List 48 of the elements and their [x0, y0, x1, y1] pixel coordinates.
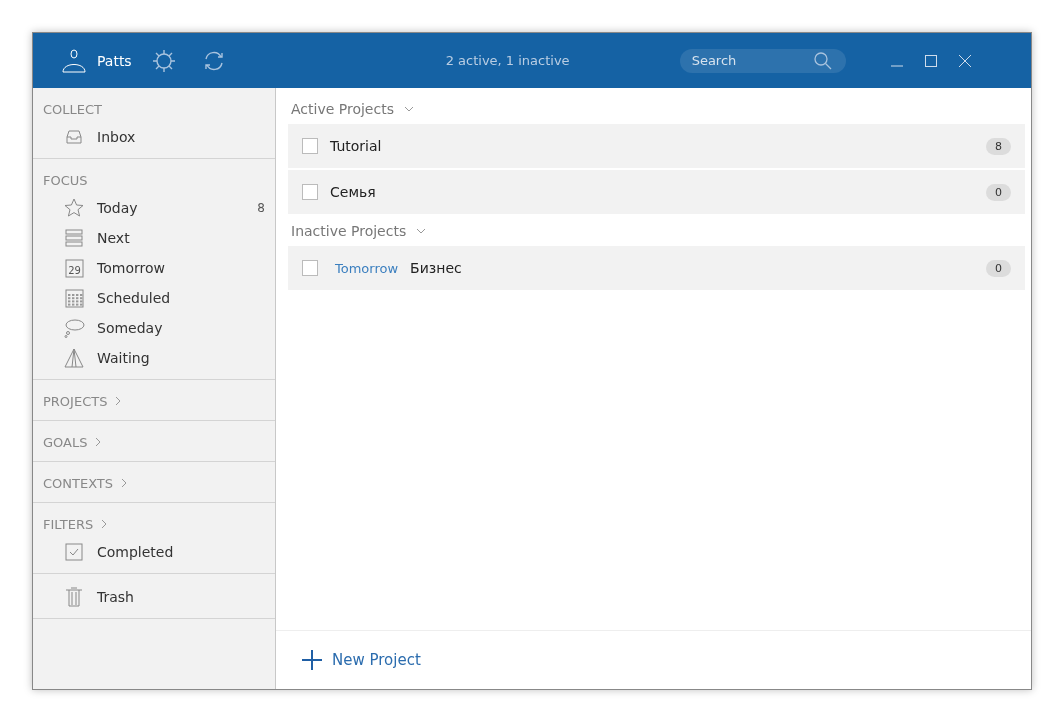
- cloud-icon: [63, 317, 85, 339]
- user-icon: [61, 47, 87, 74]
- sidebar-item[interactable]: Next: [33, 223, 275, 253]
- sidebar-item[interactable]: Trash: [33, 582, 275, 612]
- star-icon: [63, 197, 85, 219]
- group-title[interactable]: Active Projects: [291, 101, 394, 117]
- close-icon: [958, 54, 971, 67]
- trash-icon: [63, 586, 85, 608]
- task-count: 0: [986, 259, 1011, 277]
- settings-icon[interactable]: [151, 48, 176, 73]
- section-title: FOCUS: [43, 172, 88, 188]
- sidebar-item[interactable]: 29 Tomorrow: [33, 253, 275, 283]
- section-title: COLLECT: [43, 101, 103, 117]
- chevron-icon: [416, 226, 427, 236]
- checkbox[interactable]: [302, 184, 318, 200]
- search-field[interactable]: Search: [689, 52, 814, 69]
- check-icon: [63, 541, 85, 563]
- plus-icon: [302, 650, 322, 670]
- user-name[interactable]: Patts: [97, 52, 132, 69]
- project-summary: 2 active, 1 inactive: [445, 53, 570, 68]
- sidebar-item[interactable]: Someday: [33, 313, 275, 343]
- maximize-icon: [924, 54, 937, 67]
- sidebar-item[interactable]: Today 8: [33, 193, 275, 223]
- search-box[interactable]: Search: [679, 48, 846, 73]
- task-count: 0: [986, 183, 1011, 201]
- project-name: Tutorial: [330, 138, 383, 154]
- group-title[interactable]: Inactive Projects: [291, 223, 407, 239]
- project-name: Семья: [330, 184, 377, 200]
- checkbox[interactable]: [302, 260, 318, 276]
- calendar-icon: 29: [63, 257, 85, 279]
- sidebar-item[interactable]: Completed: [33, 537, 275, 567]
- chevron-icon: [403, 104, 414, 114]
- project-row[interactable]: Семья 0: [288, 170, 1025, 214]
- tent-icon: [63, 347, 85, 369]
- project-row[interactable]: Tomorrow Бизнес 0: [288, 246, 1025, 290]
- task-count: 8: [986, 137, 1011, 155]
- due-date: Tomorrow: [335, 260, 399, 276]
- sidebar-item[interactable]: Waiting: [33, 343, 275, 373]
- new-project-button[interactable]: New Project: [296, 649, 427, 671]
- sidebar-item[interactable]: Inbox: [33, 122, 275, 152]
- project-name: Бизнес: [410, 260, 463, 276]
- search-icon: [813, 51, 832, 70]
- sidebar-item[interactable]: Scheduled: [33, 283, 275, 313]
- checkbox[interactable]: [302, 138, 318, 154]
- project-row[interactable]: Tutorial 8: [288, 124, 1025, 168]
- item-count: 8: [257, 201, 265, 215]
- grid-icon: [63, 287, 85, 309]
- minimize-icon: [890, 64, 903, 67]
